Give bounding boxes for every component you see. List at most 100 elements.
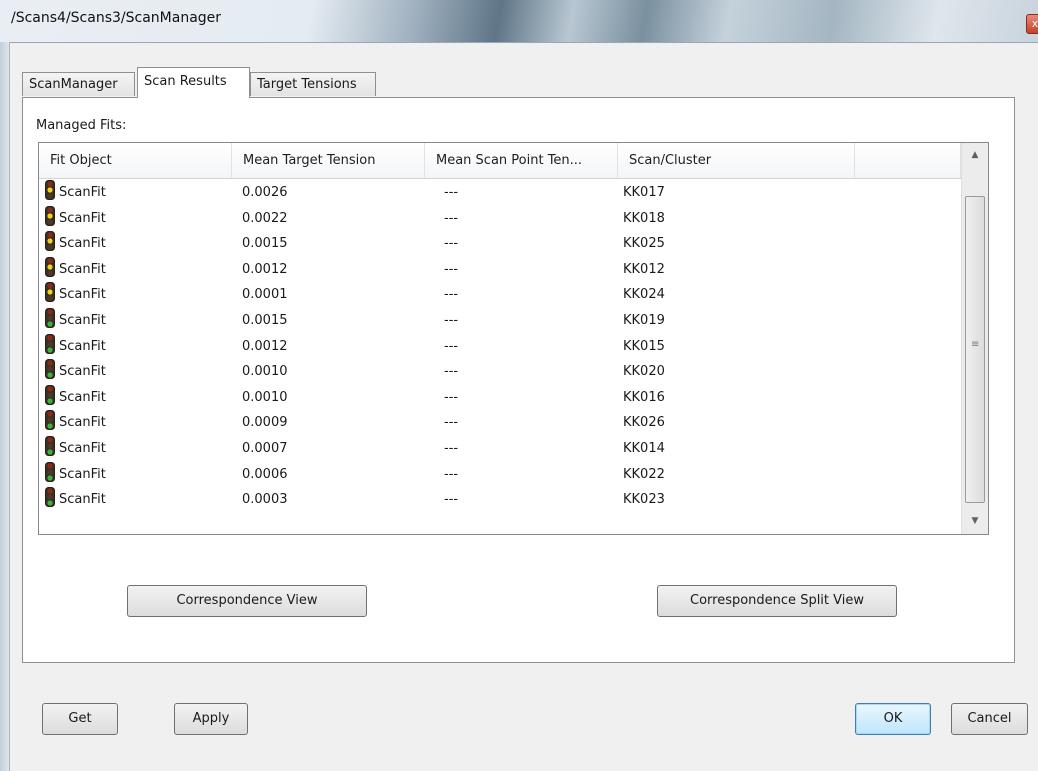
- cell-fit-object: ScanFit: [59, 338, 106, 354]
- scroll-thumb[interactable]: ≡: [965, 196, 985, 503]
- table-row[interactable]: ScanFit 0.0003 --- KK023: [39, 487, 961, 513]
- title-bar: /Scans4/Scans3/ScanManager x: [0, 0, 1038, 43]
- cell-mean-target-tension: 0.0022: [242, 210, 288, 226]
- tab-target-tensions[interactable]: Target Tensions: [250, 72, 376, 96]
- table-row[interactable]: ScanFit 0.0010 --- KK016: [39, 384, 961, 411]
- column-header-scan-cluster[interactable]: Scan/Cluster: [618, 143, 855, 178]
- table-row[interactable]: ScanFit 0.0026 --- KK017: [39, 180, 961, 206]
- managed-fits-label: Managed Fits:: [36, 118, 127, 133]
- cell-scan-cluster: KK017: [623, 185, 665, 200]
- cell-scan-cluster: KK024: [623, 287, 665, 303]
- correspondence-split-view-button[interactable]: Correspondence Split View: [657, 585, 897, 617]
- tab-scanmanager[interactable]: ScanManager: [22, 72, 135, 96]
- table-row[interactable]: ScanFit 0.0007 --- KK014: [39, 435, 961, 462]
- table-row[interactable]: ScanFit 0.0009 --- KK026: [39, 410, 961, 436]
- cell-mean-scan-point-tension: ---: [444, 466, 459, 482]
- cell-scan-cluster: KK012: [623, 261, 665, 277]
- traffic-light-icon: [45, 333, 55, 354]
- cell-mean-scan-point-tension: ---: [444, 389, 459, 405]
- scroll-up-arrow-icon[interactable]: ▲: [962, 145, 988, 165]
- grip-icon: ≡: [971, 339, 980, 350]
- column-header-fit-object[interactable]: Fit Object: [39, 143, 232, 178]
- table-row[interactable]: ScanFit 0.0015 --- KK025: [39, 231, 961, 257]
- cell-mean-target-tension: 0.0010: [242, 389, 288, 405]
- traffic-light-icon: [45, 487, 55, 508]
- traffic-light-icon: [45, 256, 55, 277]
- scroll-down-arrow-icon[interactable]: ▼: [962, 511, 988, 531]
- cell-mean-target-tension: 0.0012: [242, 261, 288, 277]
- traffic-light-icon: [45, 180, 55, 200]
- cell-mean-scan-point-tension: ---: [444, 492, 459, 508]
- cell-mean-scan-point-tension: ---: [444, 261, 459, 277]
- cell-mean-target-tension: 0.0012: [242, 338, 288, 354]
- traffic-light-icon: [45, 205, 55, 226]
- traffic-light-icon: [45, 410, 55, 431]
- ok-button[interactable]: OK: [855, 703, 931, 735]
- table-row[interactable]: ScanFit 0.0001 --- KK024: [39, 282, 961, 308]
- apply-button[interactable]: Apply: [174, 703, 248, 735]
- cell-mean-target-tension: 0.0003: [242, 492, 288, 508]
- cell-fit-object: ScanFit: [59, 236, 106, 252]
- cell-mean-scan-point-tension: ---: [444, 415, 459, 431]
- cell-fit-object: ScanFit: [59, 312, 106, 328]
- traffic-light-icon: [45, 231, 55, 252]
- correspondence-view-button[interactable]: Correspondence View: [127, 585, 367, 617]
- cell-scan-cluster: KK016: [623, 389, 665, 405]
- vertical-scrollbar[interactable]: ▲ ≡ ▼: [961, 143, 988, 534]
- cell-mean-scan-point-tension: ---: [444, 185, 459, 200]
- cell-mean-target-tension: 0.0006: [242, 466, 288, 482]
- cell-mean-scan-point-tension: ---: [444, 364, 459, 380]
- tab-scan-results[interactable]: Scan Results: [137, 67, 250, 98]
- get-button[interactable]: Get: [42, 703, 118, 735]
- cell-fit-object: ScanFit: [59, 364, 106, 380]
- cell-mean-scan-point-tension: ---: [444, 312, 459, 328]
- table-row[interactable]: ScanFit 0.0012 --- KK012: [39, 256, 961, 283]
- cell-mean-scan-point-tension: ---: [444, 338, 459, 354]
- window-frame-edge: [0, 42, 10, 771]
- cell-mean-target-tension: 0.0015: [242, 312, 288, 328]
- cell-mean-target-tension: 0.0010: [242, 364, 288, 380]
- column-header-mean-target-tension[interactable]: Mean Target Tension: [232, 143, 425, 178]
- cell-scan-cluster: KK022: [623, 466, 665, 482]
- traffic-light-icon: [45, 461, 55, 482]
- traffic-light-icon: [45, 435, 55, 456]
- cell-fit-object: ScanFit: [59, 440, 106, 456]
- table-row[interactable]: ScanFit 0.0022 --- KK018: [39, 205, 961, 232]
- cancel-button[interactable]: Cancel: [951, 703, 1028, 735]
- cell-fit-object: ScanFit: [59, 466, 106, 482]
- cell-mean-target-tension: 0.0026: [242, 185, 288, 200]
- cell-mean-target-tension: 0.0001: [242, 287, 288, 303]
- cell-scan-cluster: KK023: [623, 492, 665, 508]
- traffic-light-icon: [45, 384, 55, 405]
- cell-scan-cluster: KK020: [623, 364, 665, 380]
- cell-mean-target-tension: 0.0015: [242, 236, 288, 252]
- close-button[interactable]: x: [1026, 14, 1038, 34]
- cell-fit-object: ScanFit: [59, 210, 106, 226]
- table-row[interactable]: ScanFit 0.0015 --- KK019: [39, 307, 961, 334]
- cell-scan-cluster: KK015: [623, 338, 665, 354]
- list-header: Fit Object Mean Target Tension Mean Scan…: [39, 143, 961, 179]
- traffic-light-icon: [45, 359, 55, 380]
- cell-fit-object: ScanFit: [59, 287, 106, 303]
- cell-scan-cluster: KK014: [623, 440, 665, 456]
- table-row[interactable]: ScanFit 0.0006 --- KK022: [39, 461, 961, 488]
- cell-scan-cluster: KK025: [623, 236, 665, 252]
- cell-mean-scan-point-tension: ---: [444, 210, 459, 226]
- cell-fit-object: ScanFit: [59, 389, 106, 405]
- cell-mean-target-tension: 0.0009: [242, 415, 288, 431]
- managed-fits-list[interactable]: Fit Object Mean Target Tension Mean Scan…: [38, 142, 989, 535]
- cell-mean-scan-point-tension: ---: [444, 440, 459, 456]
- traffic-light-icon: [45, 307, 55, 328]
- cell-fit-object: ScanFit: [59, 261, 106, 277]
- cell-fit-object: ScanFit: [59, 492, 106, 508]
- cell-scan-cluster: KK018: [623, 210, 665, 226]
- cell-scan-cluster: KK019: [623, 312, 665, 328]
- table-row[interactable]: ScanFit 0.0012 --- KK015: [39, 333, 961, 360]
- table-row[interactable]: ScanFit 0.0010 --- KK020: [39, 359, 961, 385]
- traffic-light-icon: [45, 282, 55, 303]
- column-header-mean-scan-point-tension[interactable]: Mean Scan Point Ten...: [425, 143, 618, 178]
- cell-mean-scan-point-tension: ---: [444, 287, 459, 303]
- column-header-empty: [855, 143, 961, 178]
- window-title: /Scans4/Scans3/ScanManager: [11, 10, 222, 26]
- cell-fit-object: ScanFit: [59, 185, 106, 200]
